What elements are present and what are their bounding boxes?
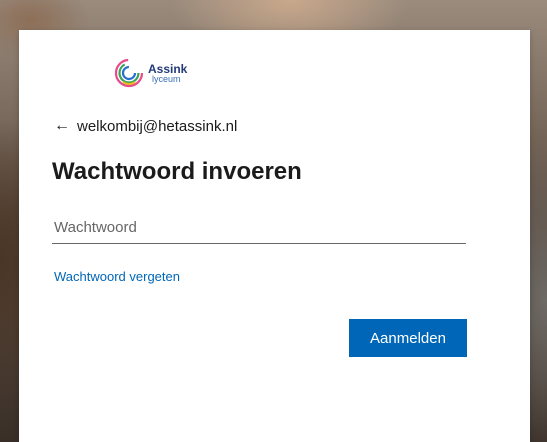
account-identity: ← welkombij@hetassink.nl <box>54 117 237 135</box>
signin-button[interactable]: Aanmelden <box>349 319 467 357</box>
forgot-password-link[interactable]: Wachtwoord vergeten <box>54 269 180 284</box>
logo-name: Assink <box>148 61 188 76</box>
page-title: Wachtwoord invoeren <box>52 158 302 185</box>
back-arrow-icon[interactable]: ← <box>54 117 70 135</box>
logo-text: Assink lyceum <box>148 63 187 84</box>
account-email: welkombij@hetassink.nl <box>77 117 238 135</box>
logo-subtitle: lyceum <box>152 73 181 84</box>
assink-lyceum-logo-icon <box>114 58 144 88</box>
organization-logo: Assink lyceum <box>114 56 187 90</box>
password-input[interactable] <box>52 211 466 244</box>
